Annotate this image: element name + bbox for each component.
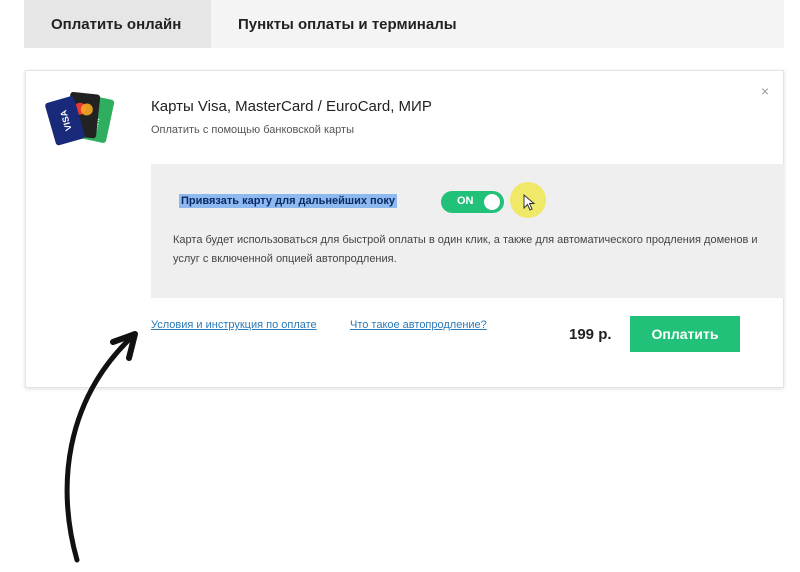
mouse-pointer-icon: [523, 194, 536, 211]
bind-card-toggle[interactable]: ON: [441, 191, 504, 213]
tab-payment-points[interactable]: Пункты оплаты и терминалы: [211, 0, 484, 48]
bind-card-label: Привязать карту для дальнейших поку: [179, 194, 398, 208]
toggle-state-label: ON: [457, 195, 474, 207]
autorenew-link[interactable]: Что такое автопродление?: [350, 319, 487, 331]
close-icon[interactable]: ×: [761, 83, 769, 99]
bank-cards-logo-icon: МИР VISA: [45, 91, 115, 146]
toggle-knob: [484, 194, 500, 210]
tab-pay-online[interactable]: Оплатить онлайн: [24, 0, 211, 48]
payment-method-title: Карты Visa, MasterCard / EuroCard, МИР: [151, 98, 432, 115]
terms-link[interactable]: Условия и инструкция по оплате: [151, 319, 317, 331]
payment-tabs: Оплатить онлайн Пункты оплаты и терминал…: [24, 0, 784, 48]
pay-button[interactable]: Оплатить: [630, 316, 740, 352]
payment-method-subtitle: Оплатить с помощью банковской карты: [151, 124, 354, 136]
bind-card-description: Карта будет использоваться для быстрой о…: [173, 234, 758, 265]
price-amount: 199 р.: [569, 326, 612, 343]
annotation-arrow-icon: [64, 331, 138, 563]
bind-card-panel: Привязать карту для дальнейших поку ON К…: [151, 164, 784, 298]
